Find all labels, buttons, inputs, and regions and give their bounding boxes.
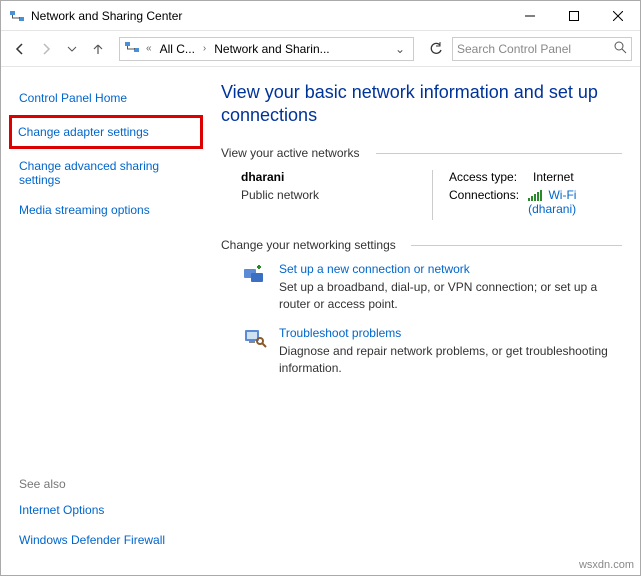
see-also-label: See also bbox=[15, 471, 197, 497]
sidebar-spacer bbox=[15, 227, 197, 471]
breadcrumb-segment[interactable]: Network and Sharin... bbox=[212, 42, 331, 56]
task-setup-connection-desc: Set up a broadband, dial-up, or VPN conn… bbox=[279, 279, 622, 313]
task-troubleshoot-desc: Diagnose and repair network problems, or… bbox=[279, 343, 622, 377]
network-name: dharani bbox=[241, 170, 432, 184]
setup-connection-icon bbox=[241, 262, 269, 286]
sidebar-internet-options[interactable]: Internet Options bbox=[15, 497, 197, 523]
network-icon bbox=[124, 39, 140, 58]
task-troubleshoot-link[interactable]: Troubleshoot problems bbox=[279, 326, 622, 340]
active-networks-header: View your active networks bbox=[221, 146, 622, 160]
network-entry: dharani Public network Access type: Inte… bbox=[241, 170, 622, 220]
chevron-icon: « bbox=[144, 43, 154, 54]
access-type-value: Internet bbox=[533, 170, 574, 184]
chevron-right-icon: › bbox=[201, 43, 208, 54]
change-settings-header: Change your networking settings bbox=[221, 238, 622, 252]
search-input[interactable]: Search Control Panel bbox=[452, 37, 632, 61]
maximize-button[interactable] bbox=[552, 1, 596, 31]
minimize-button[interactable] bbox=[508, 1, 552, 31]
watermark: wsxdn.com bbox=[579, 559, 634, 571]
sidebar-home[interactable]: Control Panel Home bbox=[15, 85, 197, 111]
main-content: View your basic network information and … bbox=[211, 67, 640, 575]
sidebar-media-streaming[interactable]: Media streaming options bbox=[15, 197, 197, 223]
sidebar-adapter-settings[interactable]: Change adapter settings bbox=[9, 115, 203, 149]
access-type-label: Access type: bbox=[449, 170, 533, 184]
wifi-signal-icon bbox=[528, 190, 542, 201]
troubleshoot-icon bbox=[241, 326, 269, 350]
body: Control Panel Home Change adapter settin… bbox=[1, 67, 640, 575]
recent-dropdown[interactable] bbox=[61, 38, 83, 60]
up-button[interactable] bbox=[87, 38, 109, 60]
toolbar: « All C... › Network and Sharin... ⌄ Sea… bbox=[1, 31, 640, 67]
address-bar[interactable]: « All C... › Network and Sharin... ⌄ bbox=[119, 37, 414, 61]
connections-label: Connections: bbox=[449, 188, 528, 216]
task-troubleshoot: Troubleshoot problems Diagnose and repai… bbox=[241, 326, 622, 377]
task-setup-connection-link[interactable]: Set up a new connection or network bbox=[279, 262, 622, 276]
sidebar: Control Panel Home Change adapter settin… bbox=[1, 67, 211, 575]
search-placeholder: Search Control Panel bbox=[457, 42, 571, 56]
breadcrumb-segment[interactable]: All C... bbox=[158, 42, 197, 56]
task-setup-connection: Set up a new connection or network Set u… bbox=[241, 262, 622, 313]
network-identity: dharani Public network bbox=[241, 170, 432, 220]
chevron-down-icon[interactable]: ⌄ bbox=[391, 42, 409, 56]
sidebar-firewall[interactable]: Windows Defender Firewall bbox=[15, 527, 197, 553]
search-icon bbox=[614, 41, 627, 57]
network-icon bbox=[9, 8, 25, 24]
connection-link[interactable]: Wi-Fi (dharani) bbox=[528, 188, 622, 216]
forward-button[interactable] bbox=[35, 38, 57, 60]
window-title: Network and Sharing Center bbox=[31, 9, 508, 23]
network-details: Access type: Internet Connections: Wi-Fi… bbox=[432, 170, 622, 220]
titlebar: Network and Sharing Center bbox=[1, 1, 640, 31]
page-title: View your basic network information and … bbox=[221, 81, 622, 128]
network-type: Public network bbox=[241, 188, 432, 202]
back-button[interactable] bbox=[9, 38, 31, 60]
close-button[interactable] bbox=[596, 1, 640, 31]
sidebar-advanced-sharing[interactable]: Change advanced sharing settings bbox=[15, 153, 197, 193]
refresh-button[interactable] bbox=[424, 37, 448, 61]
